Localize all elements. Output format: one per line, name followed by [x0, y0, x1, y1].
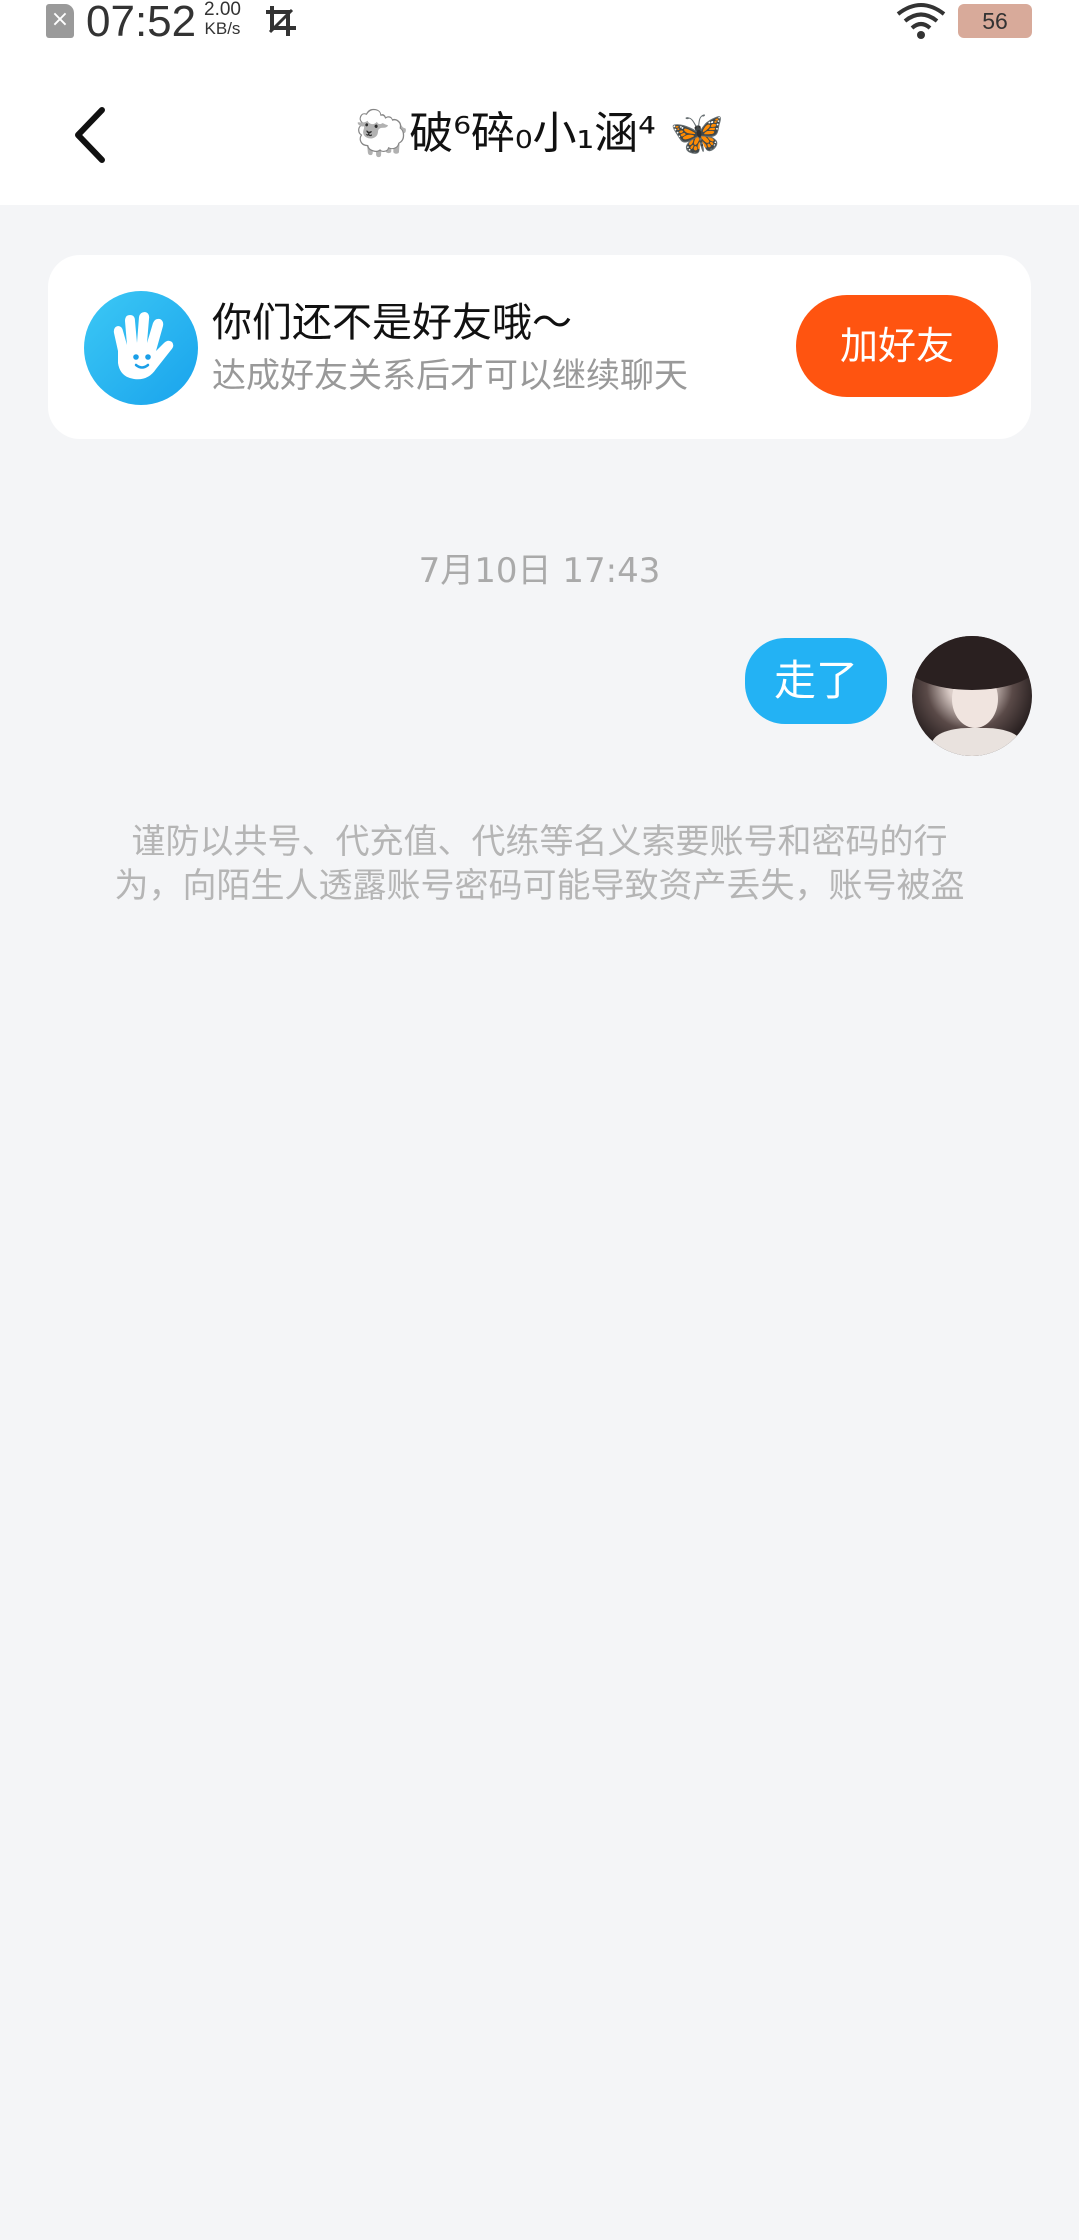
avatar-hair [912, 636, 1032, 690]
sim-disabled-icon: × [46, 4, 74, 38]
not-friends-title: 你们还不是好友哦～ [212, 300, 572, 346]
battery-level: 56 [982, 8, 1008, 34]
wave-hand-icon [84, 291, 198, 405]
avatar[interactable] [912, 636, 1032, 756]
security-warning-line-2: 为，向陌生人透露账号密码可能导致资产丢失，账号被盗 [114, 866, 965, 906]
message-bubble[interactable]: 走了 [745, 638, 887, 724]
page-title: 🐑破⁶碎₀小₁涵⁴ 🦋 [354, 108, 725, 159]
security-warning: 谨防以共号、代充值、代练等名义索要账号和密码的行 为，向陌生人透露账号密码可能导… [80, 820, 999, 908]
network-speed: 2.00 KB/s [204, 0, 241, 38]
top-bar: × 07:52 2.00 KB/s 56 🐑破⁶碎₀小₁涵⁴ 🦋 [0, 0, 1079, 205]
network-speed-value: 2.00 [204, 0, 241, 20]
crop-icon [266, 6, 296, 36]
wifi-icon [896, 3, 946, 39]
avatar-shirt [932, 728, 1022, 756]
add-friend-button[interactable]: 加好友 [796, 295, 998, 397]
not-friends-subtitle: 达成好友关系后才可以继续聊天 [212, 356, 688, 396]
friend-notice-card: 你们还不是好友哦～ 达成好友关系后才可以继续聊天 加好友 [48, 255, 1031, 439]
chevron-left-icon[interactable] [62, 100, 122, 170]
security-warning-line-1: 谨防以共号、代充值、代练等名义索要账号和密码的行 [131, 822, 948, 862]
message-timestamp: 7月10日 17:43 [418, 551, 661, 591]
network-speed-unit: KB/s [204, 19, 241, 38]
status-time: 07:52 [86, 0, 197, 46]
battery-indicator: 56 [958, 4, 1032, 38]
